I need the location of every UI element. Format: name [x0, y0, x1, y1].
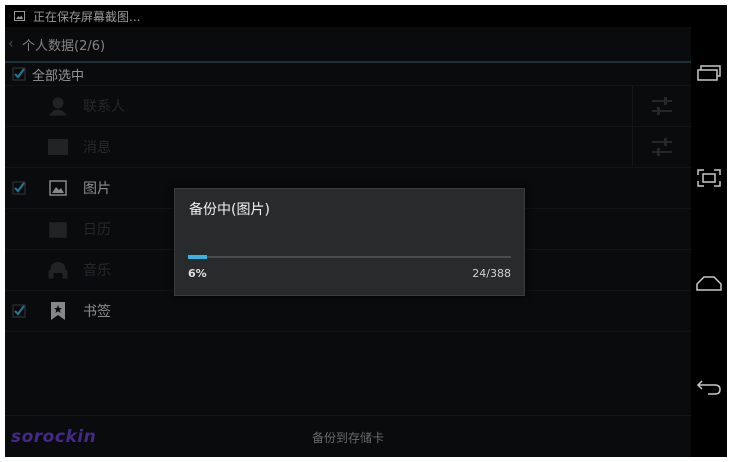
progress-count: 24/388 — [472, 267, 511, 280]
backup-progress-dialog: 备份中(图片) 6% 24/388 — [174, 188, 525, 296]
progress-fill — [188, 255, 208, 259]
progress-bar — [188, 255, 511, 259]
home-icon — [696, 276, 722, 291]
screenshot-frame-icon — [697, 169, 721, 187]
recent-apps-button[interactable] — [695, 61, 723, 85]
back-arrow-icon — [696, 380, 721, 395]
app-window: 正在保存屏幕截图... ‹ 个人数据(2/6) 全部选中 联系人 消息 图片 日… — [5, 5, 691, 457]
back-button[interactable] — [695, 375, 723, 399]
dialog-title: 备份中(图片) — [189, 202, 270, 218]
recent-apps-icon — [697, 65, 721, 81]
navigation-bar — [691, 5, 727, 457]
home-button[interactable] — [695, 271, 723, 295]
device-screen: 正在保存屏幕截图... ‹ 个人数据(2/6) 全部选中 联系人 消息 图片 日… — [5, 5, 727, 457]
screenshot-button[interactable] — [695, 166, 723, 190]
progress-percent: 6% — [188, 267, 207, 280]
